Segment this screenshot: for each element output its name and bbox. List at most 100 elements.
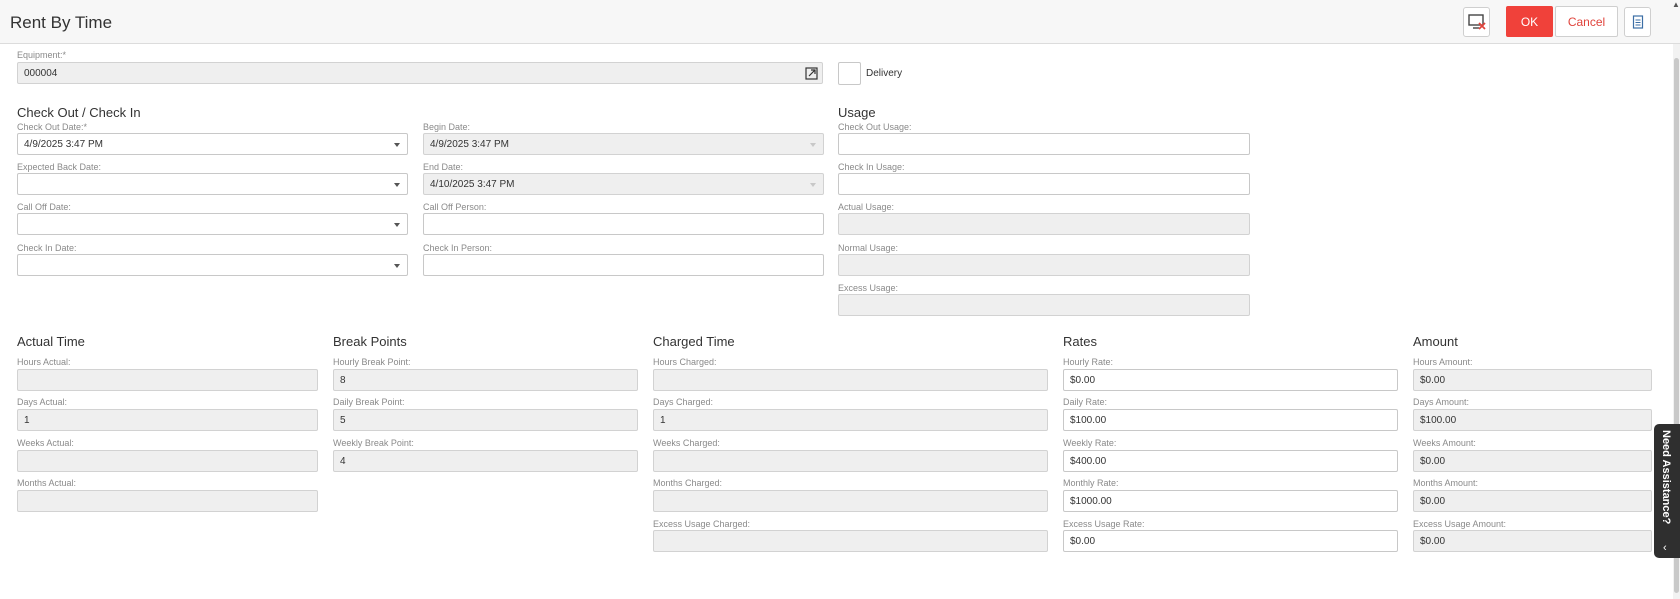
days-charged-label: Days Charged:: [653, 397, 714, 407]
delivery-checkbox[interactable]: [838, 62, 861, 85]
daily-break-point-label: Daily Break Point:: [333, 397, 405, 407]
hours-amount-field: $0.00: [1413, 369, 1652, 391]
check-out-date-label: Check Out Date:*: [17, 122, 88, 132]
end-date-field: 4/10/2025 3:47 PM: [423, 173, 824, 195]
months-charged-label: Months Charged:: [653, 478, 723, 488]
daily-rate-label: Daily Rate:: [1063, 397, 1108, 407]
charged-time-section-title: Charged Time: [653, 334, 735, 349]
days-actual-value: 1: [24, 414, 30, 426]
hours-charged-label: Hours Charged:: [653, 357, 717, 367]
call-off-person-label: Call Off Person:: [423, 202, 487, 212]
daily-break-point-field: 5: [333, 409, 638, 431]
excess-usage-rate-value: $0.00: [1070, 535, 1096, 547]
document-button[interactable]: [1624, 7, 1651, 37]
weekly-rate-label: Weekly Rate:: [1063, 438, 1117, 448]
equipment-field[interactable]: 000004: [17, 62, 823, 84]
call-off-person-field[interactable]: [423, 213, 824, 235]
checkout-section-title: Check Out / Check In: [17, 105, 141, 120]
hourly-break-point-value: 8: [340, 374, 346, 386]
weekly-break-point-label: Weekly Break Point:: [333, 438, 414, 448]
excess-usage-rate-field[interactable]: $0.00: [1063, 530, 1398, 552]
normal-usage-label: Normal Usage:: [838, 243, 899, 253]
check-out-usage-label: Check Out Usage:: [838, 122, 912, 132]
check-in-usage-label: Check In Usage:: [838, 162, 905, 172]
call-off-date-label: Call Off Date:: [17, 202, 71, 212]
weeks-actual-label: Weeks Actual:: [17, 438, 74, 448]
document-icon: [1632, 15, 1643, 29]
weekly-rate-field[interactable]: $400.00: [1063, 450, 1398, 472]
days-charged-field: 1: [653, 409, 1048, 431]
weeks-amount-field: $0.00: [1413, 450, 1652, 472]
hourly-rate-field[interactable]: $0.00: [1063, 369, 1398, 391]
amount-section-title: Amount: [1413, 334, 1458, 349]
excess-usage-amount-value: $0.00: [1420, 535, 1446, 547]
check-in-usage-field[interactable]: [838, 173, 1250, 195]
months-actual-label: Months Actual:: [17, 478, 77, 488]
call-off-date-field[interactable]: [17, 213, 408, 235]
lookup-icon[interactable]: [805, 67, 818, 80]
days-actual-label: Days Actual:: [17, 397, 68, 407]
weekly-break-point-field: 4: [333, 450, 638, 472]
months-amount-field: $0.00: [1413, 490, 1652, 512]
monthly-rate-label: Monthly Rate:: [1063, 478, 1119, 488]
weekly-rate-value: $400.00: [1070, 455, 1107, 467]
months-actual-field: [17, 490, 318, 512]
need-assistance-label[interactable]: Need Assistance?: [1660, 430, 1672, 524]
weeks-amount-label: Weeks Amount:: [1413, 438, 1476, 448]
expected-back-date-field[interactable]: [17, 173, 408, 195]
normal-usage-field: [838, 254, 1250, 276]
page-title: Rent By Time: [10, 13, 113, 32]
excess-usage-charged-field: [653, 530, 1048, 552]
weeks-actual-field: [17, 450, 318, 472]
hours-charged-field: [653, 369, 1048, 391]
hourly-rate-value: $0.00: [1070, 374, 1096, 386]
hours-amount-label: Hours Amount:: [1413, 357, 1473, 367]
excess-usage-field: [838, 294, 1250, 316]
remove-screen-button[interactable]: [1463, 7, 1490, 37]
excess-usage-charged-label: Excess Usage Charged:: [653, 519, 751, 529]
usage-section-title: Usage: [838, 105, 876, 120]
months-charged-field: [653, 490, 1048, 512]
remove-screen-icon: [1467, 14, 1486, 30]
delivery-label: Delivery: [866, 68, 903, 79]
dropdown-caret-icon: [810, 183, 816, 187]
dropdown-caret-icon: [810, 143, 816, 147]
chevron-left-icon[interactable]: ‹: [1663, 542, 1667, 554]
ok-button[interactable]: OK: [1506, 6, 1553, 37]
dropdown-caret-icon[interactable]: [394, 264, 400, 268]
hours-amount-value: $0.00: [1420, 374, 1446, 386]
toolbar: Rent By Time OK Cancel: [0, 0, 1680, 44]
actual-time-section-title: Actual Time: [17, 334, 85, 349]
actual-usage-field: [838, 213, 1250, 235]
actual-usage-label: Actual Usage:: [838, 202, 895, 212]
hourly-rate-label: Hourly Rate:: [1063, 357, 1114, 367]
months-amount-value: $0.00: [1420, 495, 1446, 507]
check-out-date-field[interactable]: 4/9/2025 3:47 PM: [17, 133, 408, 155]
daily-rate-field[interactable]: $100.00: [1063, 409, 1398, 431]
dropdown-caret-icon[interactable]: [394, 183, 400, 187]
daily-rate-value: $100.00: [1070, 414, 1107, 426]
cancel-button[interactable]: Cancel: [1555, 6, 1618, 37]
excess-usage-amount-field: $0.00: [1413, 530, 1652, 552]
daily-break-point-value: 5: [340, 414, 346, 426]
dropdown-caret-icon[interactable]: [394, 223, 400, 227]
equipment-label: Equipment:*: [17, 50, 67, 60]
rates-section-title: Rates: [1063, 334, 1097, 349]
check-out-usage-field[interactable]: [838, 133, 1250, 155]
excess-usage-amount-label: Excess Usage Amount:: [1413, 519, 1507, 529]
hours-actual-field: [17, 369, 318, 391]
begin-date-label: Begin Date:: [423, 122, 471, 132]
begin-date-value: 4/9/2025 3:47 PM: [430, 138, 509, 150]
days-actual-field: 1: [17, 409, 318, 431]
dropdown-caret-icon[interactable]: [394, 143, 400, 147]
days-amount-field: $100.00: [1413, 409, 1652, 431]
scroll-up-arrow-icon[interactable]: ▲: [1672, 0, 1680, 9]
begin-date-field: 4/9/2025 3:47 PM: [423, 133, 824, 155]
weeks-amount-value: $0.00: [1420, 455, 1446, 467]
months-amount-label: Months Amount:: [1413, 478, 1479, 488]
check-in-date-label: Check In Date:: [17, 243, 77, 253]
check-in-date-field[interactable]: [17, 254, 408, 276]
monthly-rate-field[interactable]: $1000.00: [1063, 490, 1398, 512]
check-in-person-field[interactable]: [423, 254, 824, 276]
days-amount-label: Days Amount:: [1413, 397, 1470, 407]
